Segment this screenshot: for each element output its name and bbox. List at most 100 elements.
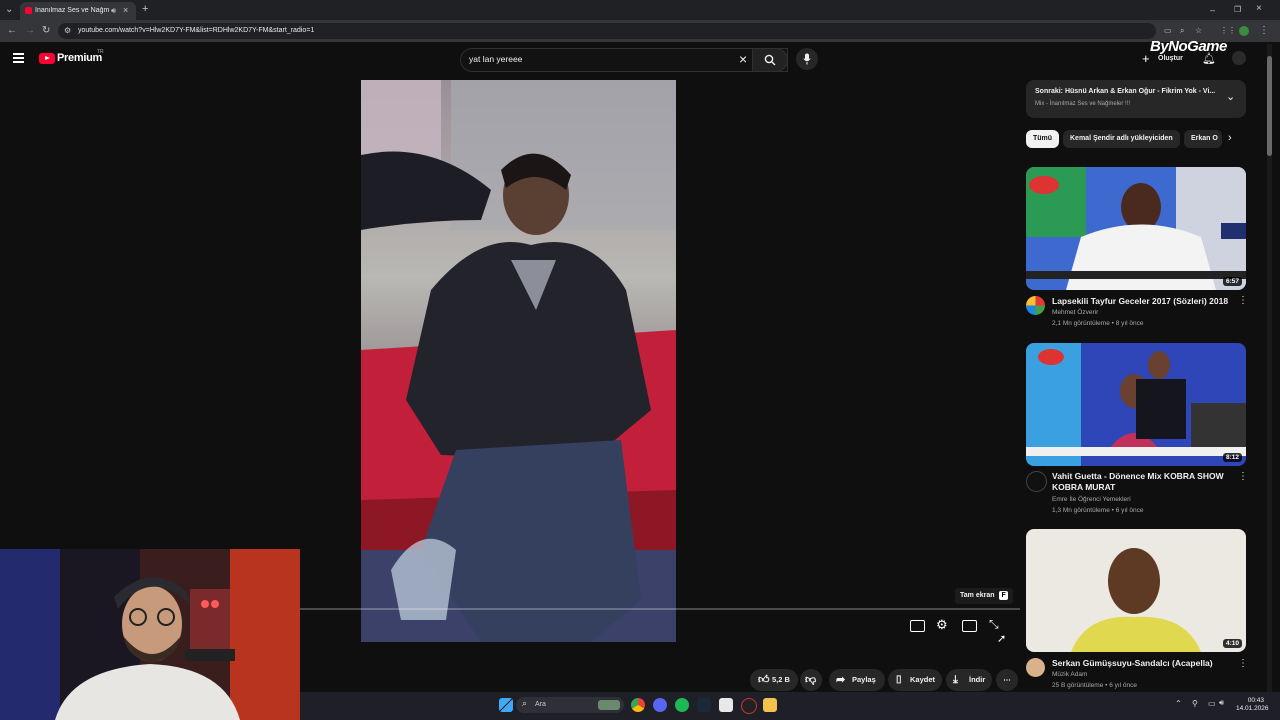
like-button[interactable]: 👍︎ 5,2 B	[750, 669, 798, 691]
forward-icon[interactable]: →	[25, 26, 35, 36]
epic-games-app-icon[interactable]	[719, 698, 733, 712]
volume-icon[interactable]: 🔊︎	[1219, 698, 1224, 708]
video-title[interactable]: Serkan Gümüşsuyu-Sandalcı (Acapella)	[1052, 658, 1232, 669]
youtube-logo-icon[interactable]	[39, 53, 55, 64]
notifications-bell-icon[interactable]: 🔔︎	[1202, 52, 1216, 65]
up-next-title: Sonraki: Hüsnü Arkan & Erkan Oğur - Fikr…	[1035, 88, 1216, 95]
fullscreen-tooltip-text: Tam ekran	[960, 592, 995, 599]
duration-badge: 8:12	[1222, 453, 1242, 462]
recommendation-thumbnail[interactable]: 6:57	[1026, 167, 1246, 290]
tab-list-icon[interactable]: ⌄	[5, 5, 13, 15]
more-options-icon[interactable]: ⋮	[1238, 471, 1248, 482]
thumbnail-image	[1026, 343, 1246, 466]
search-input[interactable]: yat lan yereee ×	[460, 48, 788, 72]
profile-avatar[interactable]	[1239, 26, 1249, 36]
page-scrollbar[interactable]	[1267, 44, 1272, 692]
search-button[interactable]	[752, 48, 788, 72]
video-progress-bar[interactable]	[300, 608, 1020, 610]
video-player[interactable]	[361, 80, 676, 642]
discord-app-icon[interactable]	[653, 698, 667, 712]
up-next-panel[interactable]: Sonraki: Hüsnü Arkan & Erkan Oğur - Fikr…	[1026, 80, 1246, 118]
channel-name[interactable]: Mehmet Özverir	[1052, 309, 1098, 316]
taskbar-search-placeholder: Ara	[535, 701, 546, 708]
exit-fullscreen-icon[interactable]: ⤡	[989, 617, 999, 632]
zoom-icon[interactable]: ⌕	[1180, 26, 1184, 36]
app-icon[interactable]	[741, 698, 757, 714]
chrome-app-icon[interactable]	[631, 698, 645, 712]
subtitles-icon[interactable]	[910, 620, 925, 632]
minimize-icon[interactable]: –	[1210, 5, 1215, 15]
youtube-logo-text[interactable]: Premium	[57, 52, 102, 64]
windows-start-icon[interactable]	[499, 698, 513, 712]
hamburger-menu-icon[interactable]	[13, 53, 24, 63]
video-title[interactable]: Lapsekili Tayfur Geceler 2017 (Sözleri) …	[1052, 296, 1232, 307]
search-icon	[764, 54, 776, 66]
share-button[interactable]: ➦ Paylaş	[829, 669, 885, 691]
chevron-down-icon[interactable]: ⌄	[1226, 90, 1235, 103]
monitor-icon[interactable]: ▭	[1208, 699, 1216, 708]
tab-title: İnanılmaz Ses ve Nağmeler	[35, 7, 109, 14]
chip-erkan[interactable]: Erkan O	[1184, 130, 1222, 148]
more-options-icon[interactable]: ⋮	[1238, 658, 1248, 669]
channel-name[interactable]: Emre İle Öğrenci Yemekleri	[1052, 496, 1131, 503]
download-button[interactable]: ⤓ İndir	[946, 669, 992, 691]
back-icon[interactable]: ←	[7, 26, 17, 36]
bookmark-star-icon[interactable]: ☆	[1195, 26, 1202, 36]
plus-icon[interactable]: +	[142, 4, 148, 15]
cast-icon[interactable]: ▭	[1164, 26, 1172, 36]
dislike-button[interactable]: 👎︎	[800, 669, 822, 691]
channel-name[interactable]: Müzik Adam	[1052, 671, 1087, 678]
url-text: youtube.com/watch?v=Hlw2KD7Y-FM&list=RDH…	[78, 27, 315, 34]
browser-menu-icon[interactable]: ⋮	[1259, 26, 1269, 36]
channel-avatar[interactable]	[1026, 658, 1045, 677]
video-title[interactable]: Vahit Guetta - Dönence Mix KOBRA SHOW KO…	[1052, 471, 1232, 493]
channel-avatar[interactable]	[1026, 296, 1045, 315]
extensions-icon[interactable]: ⋮⋮	[1220, 26, 1236, 36]
taskbar-clock[interactable]: 00:43 14.01.2026	[1236, 697, 1269, 713]
voice-search-button[interactable]	[796, 48, 818, 70]
save-button[interactable]: ▯ Kaydet	[888, 669, 942, 691]
thumbnail-image	[1026, 529, 1246, 652]
location-icon[interactable]: ⚲	[1192, 699, 1198, 708]
video-stats: 1,3 Mn görüntüleme • 6 yıl önce	[1052, 507, 1144, 514]
create-button-label[interactable]: Oluştur	[1158, 55, 1183, 62]
share-arrow-icon: ➦	[836, 674, 846, 686]
webcam-overlay	[0, 549, 300, 720]
region-code: TR	[97, 49, 104, 55]
close-tab-icon[interactable]: ×	[123, 5, 128, 15]
clear-search-icon[interactable]: ×	[739, 51, 747, 67]
speaker-icon[interactable]: 🔊︎	[111, 6, 116, 16]
browser-tab[interactable]: İnanılmaz Ses ve Nağmeler 🔊︎ ×	[20, 2, 136, 20]
steam-app-icon[interactable]	[697, 698, 711, 712]
account-avatar[interactable]	[1232, 51, 1246, 65]
create-plus-icon[interactable]: +	[1142, 51, 1150, 66]
theater-mode-icon[interactable]	[962, 620, 977, 632]
more-options-icon[interactable]: ⋮	[1238, 295, 1248, 306]
chevron-right-icon[interactable]: ›	[1228, 132, 1232, 144]
fullscreen-tooltip: Tam ekran F	[955, 588, 1013, 604]
site-info-icon[interactable]: ⚙	[64, 26, 71, 36]
url-field[interactable]: ⚙ youtube.com/watch?v=Hlw2KD7Y-FM&list=R…	[58, 23, 1202, 39]
channel-avatar[interactable]	[1026, 471, 1047, 492]
more-actions-icon[interactable]: ⋯	[996, 669, 1018, 691]
reload-icon[interactable]: ↻	[42, 26, 50, 36]
up-next-subtitle: Mix - İnanılmaz Ses ve Nağmeler !!!	[1035, 101, 1131, 107]
thumbs-down-icon: 👎︎	[805, 674, 817, 686]
chip-all[interactable]: Tümü	[1026, 130, 1060, 148]
fullscreen-shortcut-key: F	[999, 591, 1008, 600]
maximize-icon[interactable]: ❐	[1234, 5, 1241, 15]
mouse-cursor-icon: ➚	[997, 633, 1007, 645]
recommendation-thumbnail[interactable]: 4:10	[1026, 529, 1246, 652]
taskbar-search-field[interactable]: ⌕ Ara	[516, 697, 624, 713]
settings-gear-icon[interactable]: ⚙	[936, 617, 948, 633]
recommendation-thumbnail[interactable]: 8:12	[1026, 343, 1246, 466]
search-highlight-image	[598, 700, 620, 710]
close-window-icon[interactable]: ×	[1256, 4, 1262, 14]
chip-uploader[interactable]: Kemal Şendir adlı yükleyiciden	[1063, 130, 1180, 148]
thumbs-up-icon: 👍︎	[758, 674, 770, 686]
video-stats: 2,1 Mn görüntüleme • 8 yıl önce	[1052, 320, 1144, 327]
tray-overflow-icon[interactable]: ⌃	[1175, 699, 1182, 708]
duration-badge: 4:10	[1222, 639, 1242, 648]
spotify-app-icon[interactable]	[675, 698, 689, 712]
file-explorer-icon[interactable]	[763, 698, 777, 712]
